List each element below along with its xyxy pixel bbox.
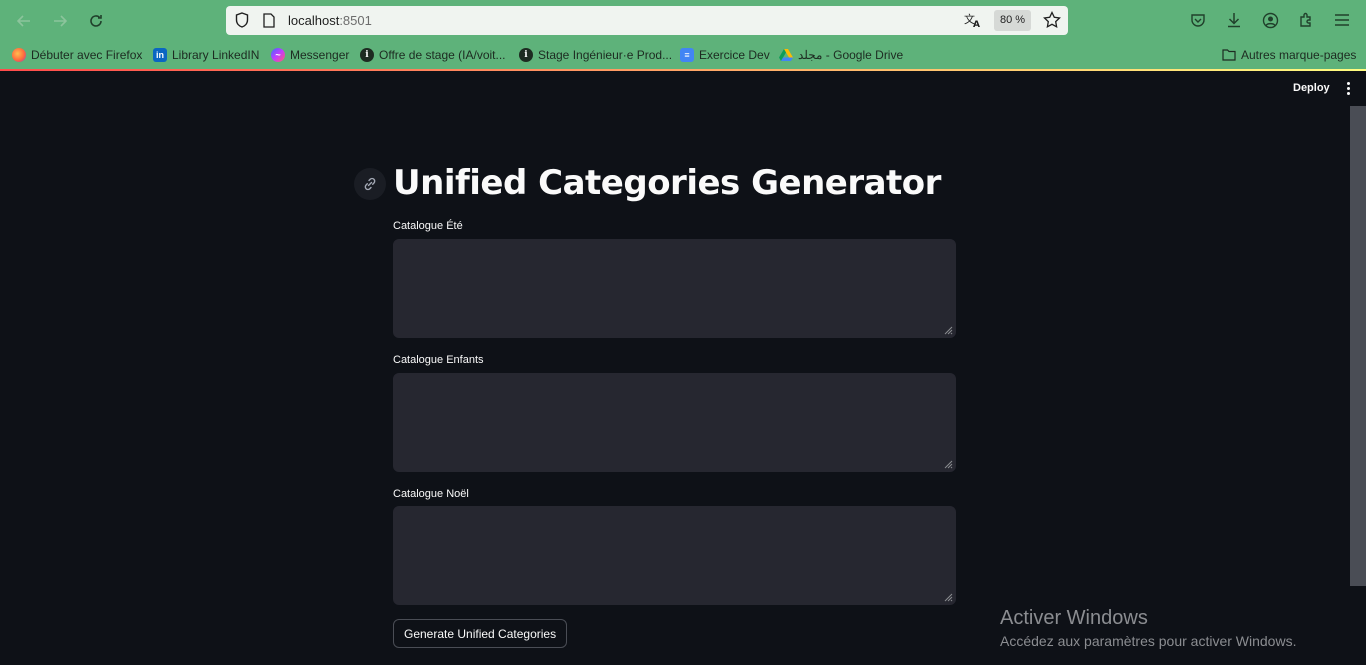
link-icon[interactable] [354,168,386,200]
bookmark-item[interactable]: مجلد - Google Drive [779,46,903,64]
info-icon: i [519,48,533,62]
reload-icon [90,15,102,27]
back-arrow-icon [16,15,30,27]
bookmark-item[interactable]: i Offre de stage (IA/voit... [360,46,506,64]
messenger-icon: ~ [271,48,285,62]
bookmark-label: Library LinkedIN [172,48,260,62]
field-label-noel: Catalogue Noël [393,488,469,500]
url-text[interactable]: localhost:8501 [288,13,372,28]
bookmark-item[interactable]: i Stage Ingénieur·e Prod... [519,46,672,64]
catalogue-ete-textarea[interactable] [393,239,956,338]
linkedin-icon: in [153,48,167,62]
resize-grip-icon[interactable] [943,592,953,602]
folder-icon [1222,48,1236,62]
download-icon[interactable] [1223,9,1245,31]
zoom-level-badge[interactable]: 80 % [994,10,1032,31]
windows-activation-subtitle: Accédez aux paramètres pour activer Wind… [1000,633,1297,649]
forward-arrow-icon [54,15,68,27]
catalogue-noel-textarea[interactable] [393,506,956,605]
bookmark-label: Autres marque-pages [1241,48,1357,62]
extensions-icon[interactable] [1295,9,1317,31]
firefox-icon [12,48,26,62]
url-port: :8501 [339,13,372,28]
scrollbar[interactable] [1350,106,1366,586]
drive-icon [779,48,793,62]
bookmark-item[interactable]: ~ Messenger [271,46,349,64]
forward-button[interactable] [48,9,72,33]
windows-activation-title: Activer Windows [1000,607,1148,629]
svg-text:A: A [973,20,980,28]
main-menu-icon[interactable] [1340,80,1356,96]
resize-grip-icon[interactable] [943,325,953,335]
reload-button[interactable] [84,9,108,33]
account-icon[interactable] [1259,9,1281,31]
info-icon: i [360,48,374,62]
app-decoration-line [0,69,1366,71]
pocket-icon[interactable] [1187,9,1209,31]
bookmark-label: Offre de stage (IA/voit... [379,48,506,62]
bookmark-label: Messenger [290,48,350,62]
url-bar[interactable]: localhost:8501 文A 80 % [226,6,1068,35]
back-button[interactable] [12,9,36,33]
deploy-button[interactable]: Deploy [1284,78,1339,98]
bookmark-label: Exercice Dev [699,48,770,62]
bookmark-star-icon[interactable] [1043,11,1061,29]
shield-icon[interactable] [233,11,251,29]
bookmark-item[interactable]: ≡ Exercice Dev [680,46,770,64]
catalogue-enfants-textarea[interactable] [393,373,956,472]
translate-icon[interactable]: 文A [964,11,982,29]
page-icon[interactable] [260,11,278,29]
field-label-enfants: Catalogue Enfants [393,354,484,366]
bookmark-item[interactable]: Débuter avec Firefox [12,46,142,64]
other-bookmarks[interactable]: Autres marque-pages [1222,46,1356,64]
bookmark-label: Débuter avec Firefox [31,48,143,62]
docs-icon: ≡ [680,48,694,62]
bookmark-label: مجلد - Google Drive [798,48,904,62]
field-label-ete: Catalogue Été [393,220,463,232]
bookmark-item[interactable]: in Library LinkedIN [153,46,259,64]
generate-unified-categories-button[interactable]: Generate Unified Categories [393,619,568,648]
bookmark-label: Stage Ingénieur·e Prod... [538,48,673,62]
bookmarks-bar: Débuter avec Firefox in Library LinkedIN… [0,43,1366,67]
url-host: localhost [288,13,340,28]
browser-toolbar: localhost:8501 文A 80 % Débuter avec Fire… [0,0,1366,69]
menu-icon[interactable] [1331,9,1353,31]
page-title: Unified Categories Generator [393,163,941,203]
resize-grip-icon[interactable] [943,459,953,469]
